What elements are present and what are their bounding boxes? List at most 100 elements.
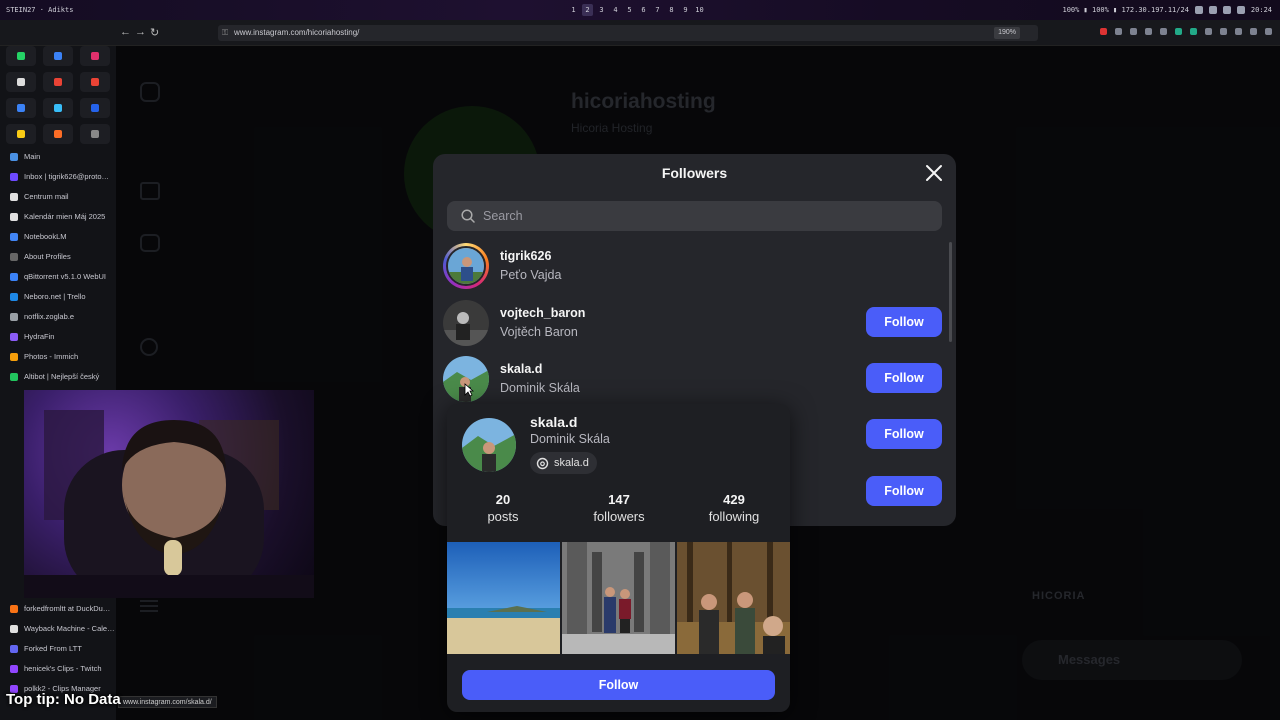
sidebar-tab[interactable]: henicek's Clips - Twitch	[10, 664, 114, 673]
favorite-notes[interactable]	[6, 124, 36, 144]
workspace-4[interactable]: 4	[610, 4, 621, 16]
threads-link[interactable]: skala.d	[530, 452, 597, 474]
stat-posts[interactable]: 20 posts	[453, 492, 553, 524]
hover-username[interactable]: skala.d	[530, 414, 577, 430]
reload-icon[interactable]: ↻	[150, 26, 159, 39]
forward-icon[interactable]: →	[135, 26, 146, 38]
browser-sidebar: Main Inbox | tigrik626@proto… Centrum mail…	[0, 46, 116, 720]
zoom-level[interactable]: 190%	[994, 27, 1020, 39]
search-box[interactable]	[447, 201, 942, 231]
sidebar-tab-label: About Profiles	[24, 252, 71, 261]
post-thumbnail[interactable]	[562, 542, 675, 654]
close-icon[interactable]	[925, 164, 943, 182]
profile-hover-card: skala.d Dominik Skála skala.d 20 posts 1…	[447, 404, 790, 712]
sidebar-tab[interactable]: Photos - Immich	[10, 352, 114, 361]
favorite-gmail-2[interactable]	[80, 72, 110, 92]
sidebar-tab[interactable]: Kalendár mien Máj 2025	[10, 212, 114, 221]
favorite-messenger[interactable]	[43, 46, 73, 66]
avatar[interactable]	[443, 300, 489, 346]
extension-icon[interactable]	[1175, 28, 1182, 35]
workspace-3[interactable]: 3	[596, 4, 607, 16]
workspace-2[interactable]: 2	[582, 4, 593, 16]
follow-button[interactable]: Follow	[866, 307, 942, 337]
sidebar-tab-label: HydraFin	[24, 332, 55, 341]
avatar[interactable]	[443, 243, 489, 289]
lock-icon: ⚿	[222, 28, 229, 37]
workspace-10[interactable]: 10	[694, 4, 705, 16]
follower-username[interactable]: skala.d	[500, 362, 542, 376]
stat-following[interactable]: 429 following	[684, 492, 784, 524]
stat-followers[interactable]: 147 followers	[569, 492, 669, 524]
follower-username[interactable]: tigrik626	[500, 249, 551, 263]
extension-icon[interactable]	[1145, 28, 1152, 35]
sidebar-tab[interactable]: forkedfromltt at DuckDu…	[10, 604, 114, 613]
follow-button[interactable]: Follow	[866, 419, 942, 449]
workspace-7[interactable]: 7	[652, 4, 663, 16]
follower-row[interactable]: skala.d Dominik Skála Follow	[443, 354, 943, 406]
search-input[interactable]	[483, 201, 923, 231]
follow-button[interactable]: Follow	[866, 363, 942, 393]
sidebar-tab[interactable]: About Profiles	[10, 252, 114, 261]
tray-icon[interactable]	[1236, 6, 1245, 14]
post-thumbnail[interactable]	[447, 542, 560, 654]
sidebar-tab[interactable]: Inbox | tigrik626@proto…	[10, 172, 114, 181]
workspace-9[interactable]: 9	[680, 4, 691, 16]
extension-icon[interactable]	[1235, 28, 1242, 35]
sidebar-tab-label: qBittorrent v5.1.0 WebUI	[24, 272, 106, 281]
extension-icon[interactable]	[1130, 28, 1137, 35]
tab-favicon-icon	[10, 252, 18, 261]
extension-icon[interactable]	[1115, 28, 1122, 35]
avatar-photo	[448, 248, 484, 284]
tab-favicon-icon	[10, 332, 18, 341]
favorite-gitlab[interactable]	[43, 124, 73, 144]
webcam-overlay	[24, 390, 314, 598]
sidebar-tab[interactable]: NotebookLM	[10, 232, 114, 241]
workspace-1[interactable]: 1	[568, 4, 579, 16]
tab-favicon-icon	[10, 172, 18, 181]
workspace-6[interactable]: 6	[638, 4, 649, 16]
sidebar-tab[interactable]: Altibot | Nejlepší český	[10, 372, 114, 381]
follower-row[interactable]: tigrik626 Peťo Vajda	[443, 241, 943, 293]
extension-icon[interactable]	[1250, 28, 1257, 35]
sidebar-tab[interactable]: Wayback Machine - Cale…	[10, 624, 114, 633]
modal-scrollbar[interactable]	[949, 242, 952, 342]
favorite-drop[interactable]	[43, 98, 73, 118]
favorite-settings[interactable]	[80, 124, 110, 144]
sidebar-tab[interactable]: notflix.zoglab.e	[10, 312, 114, 321]
sidebar-tab[interactable]: Forked From LTT	[10, 644, 114, 653]
workspace-5[interactable]: 5	[624, 4, 635, 16]
extension-icon[interactable]	[1160, 28, 1167, 35]
extension-icon[interactable]	[1100, 28, 1107, 35]
sidebar-tab[interactable]: qBittorrent v5.1.0 WebUI	[10, 272, 114, 281]
sidebar-tab-label: Centrum mail	[24, 192, 69, 201]
workspace-8[interactable]: 8	[666, 4, 677, 16]
favorite-whatsapp[interactable]	[6, 46, 36, 66]
tray-icon[interactable]	[1222, 6, 1231, 14]
favorite-app[interactable]	[80, 98, 110, 118]
favorite-gmail[interactable]	[43, 72, 73, 92]
follower-row[interactable]: vojtech_baron Vojtěch Baron Follow	[443, 298, 943, 350]
sidebar-tab[interactable]: Main	[10, 152, 114, 161]
sidebar-tab[interactable]: Neboro.net | Trello	[10, 292, 114, 301]
follower-fullname: Peťo Vajda	[500, 268, 562, 282]
post-thumbnail[interactable]	[677, 542, 790, 654]
sidebar-tab[interactable]: Centrum mail	[10, 192, 114, 201]
hover-avatar[interactable]	[462, 418, 516, 472]
tray-icon[interactable]	[1194, 6, 1203, 14]
sidebar-tab[interactable]: HydraFin	[10, 332, 114, 341]
address-bar[interactable]: ⚿ www.instagram.com/hicoriahosting/ 190%	[218, 25, 1038, 41]
extension-icon[interactable]	[1265, 28, 1272, 35]
follower-username[interactable]: vojtech_baron	[500, 306, 585, 320]
favorite-instagram[interactable]	[80, 46, 110, 66]
system-stats: 100% ▮ 100% ▮ 172.30.197.11/24	[1062, 6, 1189, 14]
tray-icon[interactable]	[1208, 6, 1217, 14]
favorite-x[interactable]	[6, 72, 36, 92]
workspace-switcher[interactable]: 1 2 3 4 5 6 7 8 9 10	[568, 4, 705, 16]
extension-icon[interactable]	[1205, 28, 1212, 35]
follow-button[interactable]: Follow	[866, 476, 942, 506]
hover-follow-button[interactable]: Follow	[462, 670, 775, 700]
extension-icon[interactable]	[1190, 28, 1197, 35]
back-icon[interactable]: ←	[120, 26, 131, 38]
favorite-chat[interactable]	[6, 98, 36, 118]
extension-icon[interactable]	[1220, 28, 1227, 35]
